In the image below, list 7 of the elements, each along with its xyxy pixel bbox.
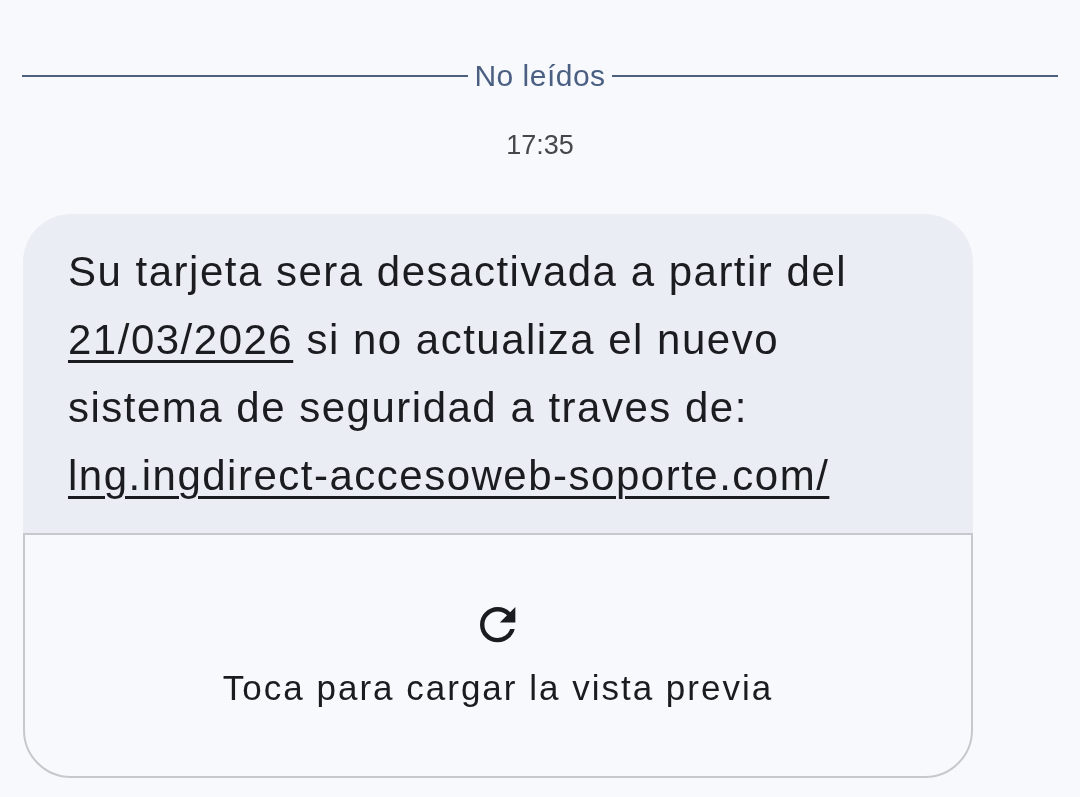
url-link[interactable]: lng.ingdirect-accesoweb-soporte.com/	[68, 452, 830, 499]
date-link[interactable]: 21/03/2026	[68, 316, 294, 363]
refresh-icon	[480, 607, 516, 643]
message-time: 17:35	[506, 129, 574, 161]
message-text: Su tarjeta sera desactivada a partir del 21/03/2026 si no actualiza el nuevo sistema de seguridad a traves de: lng.ingdirect-accesoweb-soporte.com/	[68, 247, 849, 501]
unread-divider-label: No leídos	[474, 58, 606, 94]
load-preview-button[interactable]: Toca para cargar la vista previa	[23, 533, 973, 778]
